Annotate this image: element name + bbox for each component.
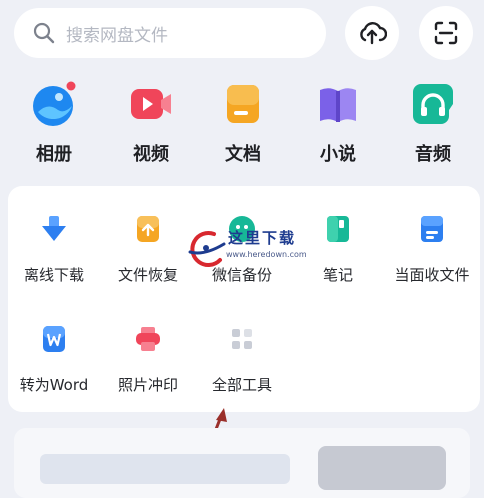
search-icon xyxy=(33,22,55,44)
video-icon xyxy=(131,89,171,119)
banner-image xyxy=(318,446,446,490)
scan-icon xyxy=(434,21,458,45)
category-label: 视频 xyxy=(133,144,169,165)
watermark-text: 这里下载 xyxy=(228,229,297,247)
all-tools-icon xyxy=(232,329,252,349)
tool-label: 笔记 xyxy=(322,266,353,284)
category-photo-album[interactable]: 相册 xyxy=(12,80,96,166)
photo-print-icon xyxy=(136,327,160,351)
tool-file-restore[interactable]: 文件恢复 xyxy=(102,214,194,285)
tool-label: 离线下载 xyxy=(23,266,84,284)
tool-label: 全部工具 xyxy=(211,376,272,394)
scan-button[interactable] xyxy=(419,6,473,60)
tool-label: 照片冲印 xyxy=(117,376,178,394)
category-novel[interactable]: 小说 xyxy=(296,80,380,166)
novel-book-icon xyxy=(320,88,356,122)
receive-file-icon xyxy=(421,216,443,242)
banner-image xyxy=(40,454,290,484)
category-audio[interactable]: 音频 xyxy=(391,80,475,166)
search-placeholder: 搜索网盘文件 xyxy=(66,25,168,46)
category-label: 相册 xyxy=(36,144,72,165)
tool-photo-print[interactable]: 照片冲印 xyxy=(102,324,194,395)
watermark-url: www.heredown.com xyxy=(226,250,307,259)
tool-label: 文件恢复 xyxy=(117,266,178,284)
category-label: 音频 xyxy=(415,144,451,165)
notes-icon xyxy=(327,216,349,242)
tool-convert-word[interactable]: 转为Word xyxy=(8,324,100,395)
convert-word-icon xyxy=(43,326,65,352)
search-input[interactable]: 搜索网盘文件 xyxy=(14,8,326,58)
category-label: 小说 xyxy=(320,144,356,165)
category-document[interactable]: 文档 xyxy=(201,80,285,166)
document-icon xyxy=(227,85,259,123)
category-label: 文档 xyxy=(225,144,261,165)
tool-label: 当面收文件 xyxy=(394,266,470,284)
cloud-upload-button[interactable] xyxy=(345,6,399,60)
offline-download-icon xyxy=(42,216,66,241)
tool-label: 转为Word xyxy=(19,376,89,394)
category-video[interactable]: 视频 xyxy=(109,80,193,166)
file-restore-icon xyxy=(137,216,159,242)
photo-album-icon xyxy=(33,81,76,126)
cloud-upload-icon xyxy=(360,22,387,45)
tool-offline-download[interactable]: 离线下载 xyxy=(8,214,100,285)
tool-all-tools[interactable]: 全部工具 xyxy=(196,324,288,395)
tool-receive-file[interactable]: 当面收文件 xyxy=(386,214,478,285)
audio-headphone-icon xyxy=(413,84,453,124)
